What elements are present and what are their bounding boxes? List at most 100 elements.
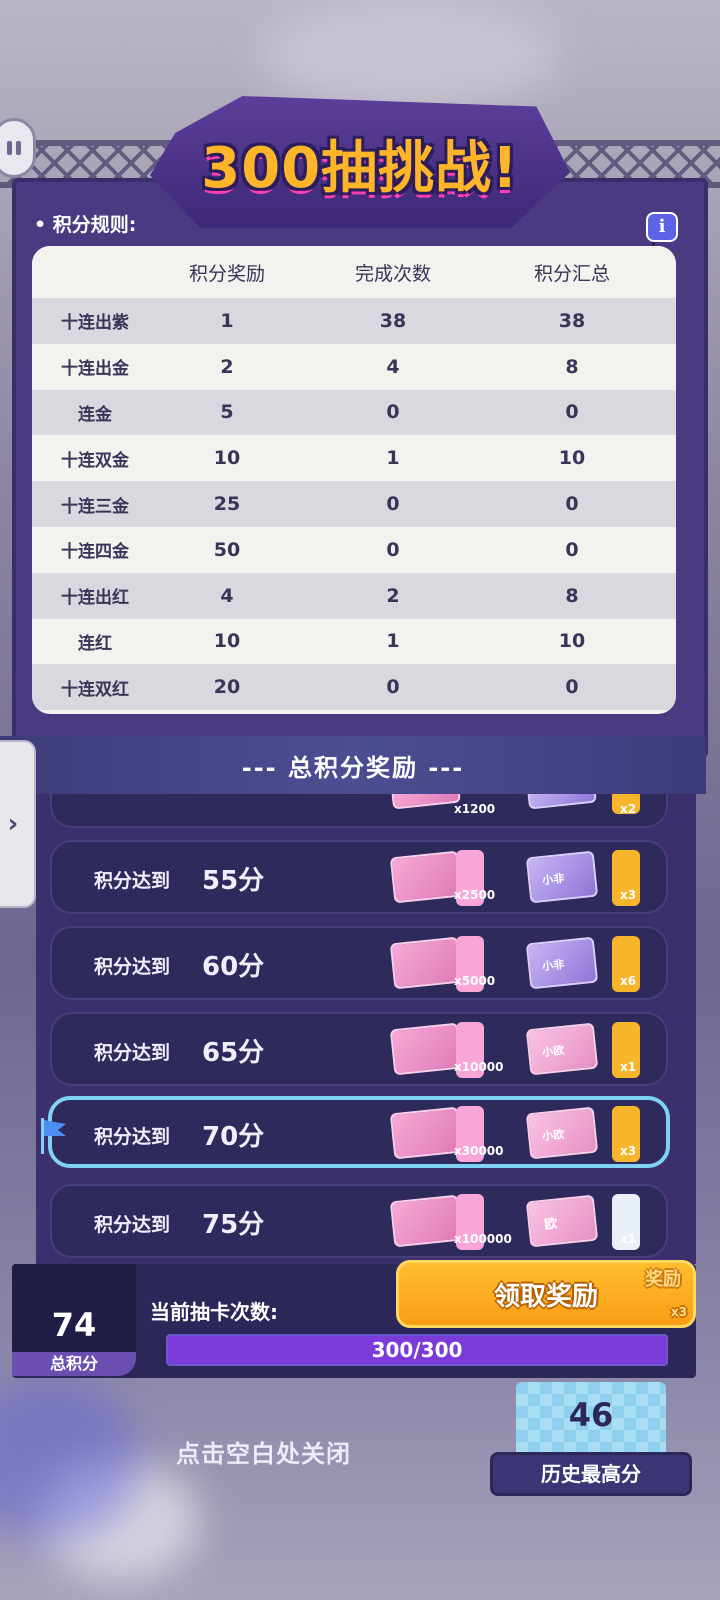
reward-qty: x5000 bbox=[454, 974, 496, 988]
chevron-right-icon: › bbox=[7, 809, 19, 839]
table-row: 十连出金 2 4 8 bbox=[32, 344, 676, 390]
reward-qty: x3 bbox=[620, 888, 637, 902]
table-row: 十连双金 10 1 10 bbox=[32, 435, 676, 481]
row-total: 8 bbox=[565, 584, 579, 607]
pause-icon-bar bbox=[16, 141, 21, 155]
table-row: 十连出紫 1 38 38 bbox=[32, 298, 676, 344]
cat-ticket-icon bbox=[391, 794, 461, 810]
tier-score: 65分 bbox=[202, 1038, 265, 1068]
side-expand-tab[interactable]: › bbox=[0, 740, 36, 908]
row-count: 1 bbox=[386, 447, 400, 470]
total-score-label: 总积分 bbox=[12, 1352, 136, 1376]
row-total: 38 bbox=[558, 309, 586, 332]
reward-qty: x100000 bbox=[454, 1232, 512, 1246]
row-count: 38 bbox=[379, 309, 407, 332]
reward-tier[interactable]: 积分达到 55分 x2500 小非 x3 bbox=[50, 840, 668, 914]
ticket-label: 欧 bbox=[543, 1216, 559, 1233]
claim-reward-label: 领取奖励 bbox=[493, 1281, 598, 1312]
reward-qty: x6 bbox=[620, 974, 637, 988]
row-name: 十连出紫 bbox=[61, 313, 129, 334]
ticket-label: 小欧 bbox=[541, 1043, 565, 1060]
row-reward: 20 bbox=[213, 676, 241, 699]
table-row: 十连出红 4 2 8 bbox=[32, 572, 676, 619]
cat-ticket-icon bbox=[389, 1106, 463, 1160]
reward-qty: x2 bbox=[620, 802, 637, 816]
row-total: 8 bbox=[565, 355, 579, 378]
header-cell: 积分奖励 bbox=[188, 262, 265, 285]
header-cell: 完成次数 bbox=[354, 262, 431, 285]
row-count: 0 bbox=[386, 493, 400, 516]
tier-label: 积分达到 bbox=[94, 1126, 171, 1148]
row-name: 连金 bbox=[78, 404, 112, 425]
reward-tier[interactable]: 积分达到 65分 x10000 小欧 x1 bbox=[50, 1012, 668, 1086]
reward-qty: x1200 bbox=[454, 802, 496, 816]
reward-tier[interactable]: 积分达到 60分 x5000 小非 x6 bbox=[50, 926, 668, 1000]
cat-ticket-icon bbox=[389, 936, 463, 990]
row-name: 连红 bbox=[78, 633, 112, 654]
tier-score: 55分 bbox=[202, 866, 265, 896]
table-row: 十连双红 20 0 0 bbox=[32, 664, 676, 711]
card-ticket-icon: 小非 bbox=[525, 936, 599, 990]
row-reward: 50 bbox=[213, 538, 241, 561]
row-total: 0 bbox=[565, 401, 579, 424]
score-rules-table: 积分奖励 完成次数 积分汇总 十连出紫 1 38 38 十连出金 2 4 8 连… bbox=[32, 246, 676, 714]
row-reward: 10 bbox=[213, 630, 241, 653]
pause-button[interactable] bbox=[0, 118, 36, 178]
reward-qty: x1 bbox=[620, 1060, 637, 1074]
close-hint[interactable]: 点击空白处关闭 bbox=[176, 1434, 351, 1469]
reward-tier-list[interactable]: x1200 x2 积分达到 55分 x2500 小非 x3 积分达到 60分 x… bbox=[36, 794, 696, 1264]
page-title: 300抽挑战! bbox=[201, 135, 519, 201]
row-count: 2 bbox=[386, 584, 400, 607]
table-row: 十连四金 50 0 0 bbox=[32, 527, 676, 573]
row-reward: 5 bbox=[220, 401, 234, 424]
card-ticket-icon bbox=[527, 794, 597, 810]
table-header: 积分奖励 完成次数 积分汇总 bbox=[32, 246, 676, 298]
row-reward: 4 bbox=[220, 584, 234, 607]
cat-ticket-icon bbox=[389, 850, 463, 904]
row-count: 0 bbox=[386, 538, 400, 561]
reward-qty: x30000 bbox=[454, 1144, 504, 1158]
table-row: 十连三金 25 0 0 bbox=[32, 481, 676, 527]
reward-qty: x3 bbox=[620, 1144, 637, 1158]
row-total: 10 bbox=[558, 630, 586, 653]
total-score-value: 74 bbox=[51, 1306, 97, 1344]
tier-label: 积分达到 bbox=[94, 1042, 171, 1064]
card-ticket-icon: 小欧 bbox=[525, 1106, 599, 1160]
progress-text: 300/300 bbox=[371, 1338, 463, 1362]
card-ticket-icon: 小欧 bbox=[525, 1022, 599, 1076]
high-score-label: 历史最高分 bbox=[490, 1452, 692, 1496]
card-ticket-icon: 欧 bbox=[525, 1194, 599, 1248]
row-name: 十连四金 bbox=[61, 542, 129, 563]
tier-score: 70分 bbox=[202, 1122, 265, 1152]
info-icon[interactable]: i bbox=[646, 212, 678, 242]
high-score-value: 46 bbox=[568, 1396, 614, 1434]
row-total: 0 bbox=[565, 493, 579, 516]
row-count: 4 bbox=[386, 355, 400, 378]
row-reward: 10 bbox=[213, 447, 241, 470]
claim-reward-button[interactable]: 领取奖励 奖励 x3 bbox=[396, 1260, 696, 1328]
reward-tier-current[interactable]: 积分达到 70分 x30000 小欧 x3 bbox=[48, 1096, 670, 1168]
reward-tier[interactable]: 积分达到 75分 x100000 欧 x1 bbox=[50, 1184, 668, 1258]
ticket-label: 小非 bbox=[541, 957, 565, 974]
row-name: 十连三金 bbox=[61, 496, 129, 517]
row-total: 0 bbox=[565, 538, 579, 561]
claim-overlay-qty: x3 bbox=[670, 1305, 687, 1319]
tier-label: 积分达到 bbox=[94, 870, 171, 892]
rules-label: • 积分规则: bbox=[34, 214, 137, 236]
draw-count-label: 当前抽卡次数: bbox=[150, 1300, 278, 1324]
row-name: 十连双红 bbox=[61, 679, 129, 700]
card-ticket-icon: 小非 bbox=[525, 850, 599, 904]
row-reward: 2 bbox=[220, 355, 234, 378]
tier-score: 60分 bbox=[202, 952, 265, 982]
reward-tier-partial: x1200 x2 bbox=[50, 794, 668, 828]
row-total: 0 bbox=[565, 676, 579, 699]
cat-ticket-icon bbox=[389, 1194, 463, 1248]
ticket-label: 小欧 bbox=[541, 1127, 565, 1144]
row-name: 十连出红 bbox=[61, 588, 129, 609]
row-count: 0 bbox=[386, 676, 400, 699]
row-reward: 25 bbox=[213, 493, 241, 516]
reward-qty: x1 bbox=[620, 1232, 637, 1246]
tier-label: 积分达到 bbox=[94, 956, 171, 978]
tier-label: 积分达到 bbox=[94, 1214, 171, 1236]
ticket-label: 小非 bbox=[541, 871, 565, 888]
